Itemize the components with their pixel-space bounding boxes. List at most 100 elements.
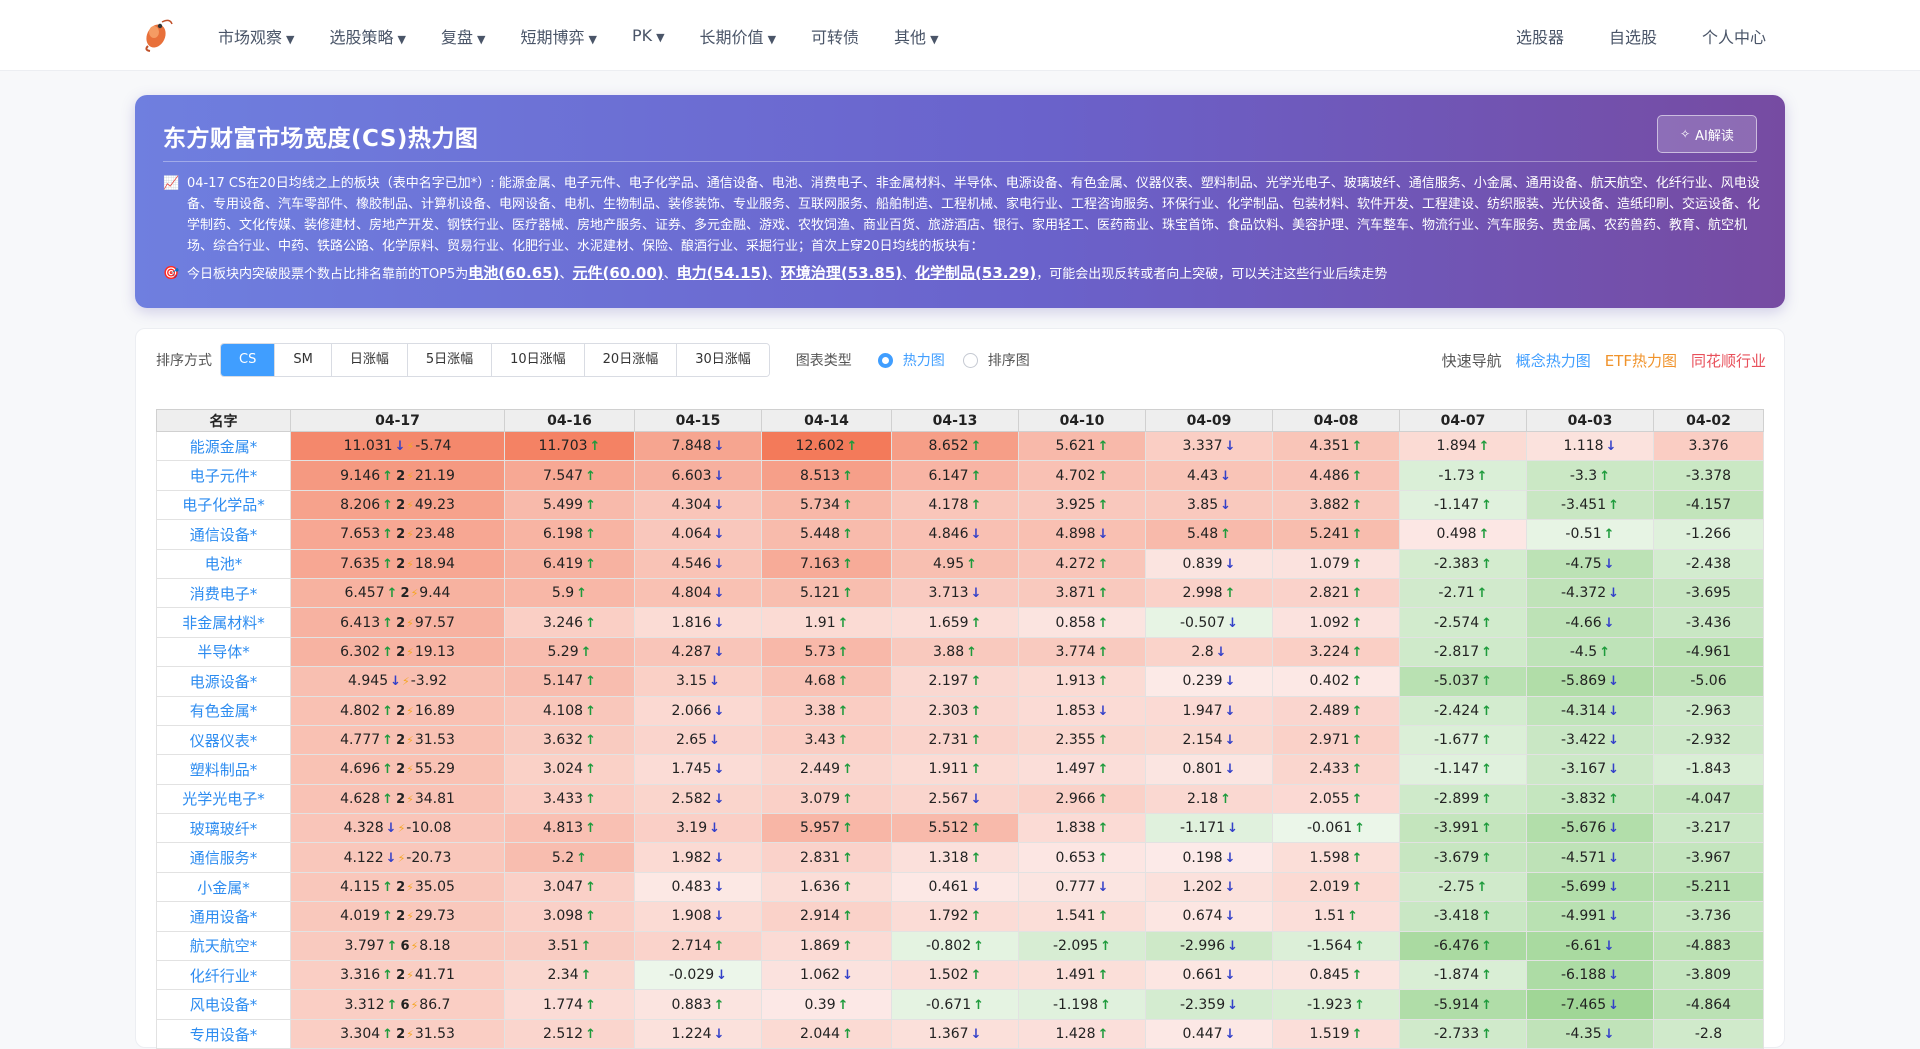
chart-type-option[interactable]: 排序图 [988,350,1030,370]
sort-option[interactable]: 日涨幅 [331,344,408,376]
heat-cell: 3.871 ↑ [1018,577,1146,609]
sector-name[interactable]: 通信设备* [156,519,291,550]
arrow-up-icon: ↑ [966,556,978,572]
sort-option[interactable]: SM [275,344,332,376]
heat-cell: -5.676 ↓ [1526,813,1654,844]
menu-item[interactable]: 长期价值 ▼ [700,24,776,48]
heat-cell: -3.418 ↑ [1399,901,1527,932]
column-header[interactable]: 04-13 [891,409,1019,432]
arrow-up-icon: ↑ [1481,909,1493,925]
sector-name[interactable]: 塑料制品* [156,754,291,785]
cell-value: -2.383 [1433,555,1480,572]
menu-item[interactable]: 市场观察 ▼ [218,24,294,48]
sector-name[interactable]: 消费电子* [156,577,291,609]
nav-link[interactable]: 个人中心 [1702,24,1766,48]
column-header[interactable]: 04-02 [1653,409,1764,432]
chart-type-radio[interactable] [962,352,978,368]
breakout-count: 2 [396,497,406,513]
arrow-up-icon: ↑ [589,439,601,455]
column-header[interactable]: 04-14 [761,409,892,432]
column-header[interactable]: 04-15 [634,409,762,432]
nav-link[interactable]: 自选股 [1609,24,1657,48]
sort-option[interactable]: 20日涨幅 [584,344,678,376]
sector-name[interactable]: 非金属材料* [156,607,291,638]
sort-option[interactable]: 30日涨幅 [677,344,769,376]
column-header[interactable]: 04-17 [290,409,505,432]
menu-item[interactable]: 选股策略 ▼ [329,24,405,48]
arrow-down-icon: ↓ [713,791,725,807]
quick-nav-link[interactable]: ETF热力图 [1605,350,1677,371]
sector-name[interactable]: 半导体* [156,636,291,668]
arrow-up-icon: ↑ [585,674,596,690]
sector-name[interactable]: 通用设备* [156,901,291,932]
column-header[interactable]: 04-10 [1018,409,1146,432]
nav-link[interactable]: 选股器 [1516,24,1564,48]
arrow-up-icon: ↑ [1481,968,1493,984]
sector-name[interactable]: 有色金属* [156,695,291,726]
arrow-up-icon: ↑ [382,909,394,925]
shrimp-logo-icon[interactable] [140,16,174,52]
chart-up-icon: 📈 [163,176,180,191]
arrow-down-icon: ↓ [390,674,402,690]
top5-sector-link[interactable]: 电力(54.15) [677,264,768,282]
arrow-up-icon: ↑ [1097,468,1109,484]
top5-sector-link[interactable]: 元件(60.00) [572,264,663,282]
sector-name[interactable]: 能源金属* [156,430,291,462]
sector-name[interactable]: 专用设备* [156,1018,291,1049]
heat-cell: 4.95 ↑ [891,548,1019,579]
arrow-up-icon: ↑ [970,615,982,631]
heat-cell: 2.582 ↓ [634,783,762,815]
quick-nav-link[interactable]: 同花顺行业 [1691,350,1766,371]
menu-item[interactable]: 可转债 [811,24,859,48]
sector-name[interactable]: 风电设备* [156,989,291,1020]
top5-sector-link[interactable]: 环境治理(53.85) [781,264,902,282]
cell-value: -6.476 [1433,937,1480,954]
cell-value: -0.061 [1306,820,1353,837]
sort-option[interactable]: CS [221,344,276,376]
sector-name[interactable]: 航天航空* [156,930,291,962]
column-header[interactable]: 04-08 [1272,409,1400,432]
sector-name[interactable]: 小金属* [156,871,291,903]
menu-item[interactable]: 复盘 ▼ [441,24,485,48]
menu-item[interactable]: PK ▼ [632,26,665,45]
top5-sector-link[interactable]: 化学制品(53.29) [915,264,1036,282]
column-header[interactable]: 名字 [156,409,291,432]
menu-item[interactable]: 短期博弈 ▼ [520,24,596,48]
sector-name[interactable]: 光学光电子* [156,783,291,815]
menu-item[interactable]: 其他 ▼ [894,24,938,48]
sector-name[interactable]: 电源设备* [156,666,291,697]
cell-value: 6.147 [928,467,969,484]
chart-type-radio[interactable] [877,352,893,368]
cell-value: 2.489 [1309,702,1350,719]
cell-value: -4.157 [1685,496,1732,513]
sort-option[interactable]: 10日涨幅 [492,344,585,376]
arrow-up-icon: ↑ [585,821,596,837]
heat-cell: 2.044 ↑ [761,1018,892,1049]
heat-cell: -2.71 ↑ [1399,577,1527,609]
heat-cell: 8.652 ↑ [891,430,1019,462]
breakout-count: 2 [396,1027,406,1042]
sm-value: 16.89 [414,702,455,719]
sector-name[interactable]: 通信服务* [156,842,291,873]
heat-cell: 4.178 ↑ [891,489,1019,521]
column-header[interactable]: 04-16 [504,409,635,432]
quick-nav-link[interactable]: 概念热力图 [1516,350,1591,371]
sector-name[interactable]: 仪器仪表* [156,724,291,756]
sector-name[interactable]: 电池* [156,548,291,579]
sector-name[interactable]: 电子化学品* [156,489,291,521]
sort-option[interactable]: 5日涨幅 [407,344,493,376]
arrow-up-icon: ↑ [970,850,982,866]
top5-sector-link[interactable]: 电池(60.65) [468,264,559,282]
cell-value: 2.433 [1309,761,1350,778]
chart-type-option[interactable]: 热力图 [903,350,945,370]
breakout-count: 2 [396,880,406,896]
column-header[interactable]: 04-07 [1399,409,1527,432]
sector-name[interactable]: 电子元件* [156,460,291,491]
sector-name[interactable]: 化纤行业* [156,960,291,991]
ai-interpret-button[interactable]: ✧ AI解读 [1657,115,1757,153]
cell-value: 3.224 [1309,643,1350,660]
sector-name[interactable]: 玻璃玻纤* [156,813,291,844]
column-header[interactable]: 04-09 [1145,409,1273,432]
heat-cell: 5.73 ↑ [761,636,892,668]
column-header[interactable]: 04-03 [1526,409,1654,432]
